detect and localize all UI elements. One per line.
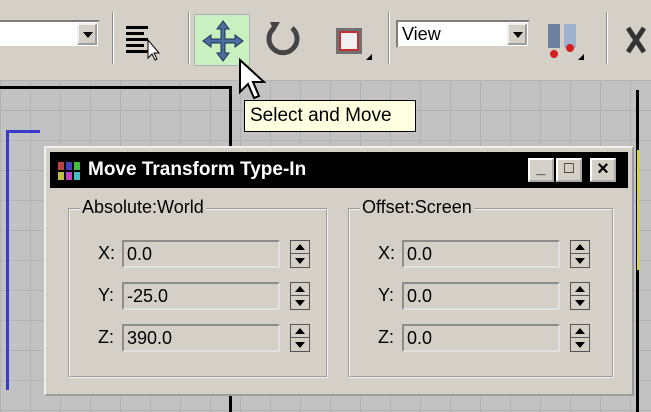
absolute-world-label: Absolute:World [80,197,206,218]
pivot-icon [548,24,584,60]
axis-label: Y: [98,285,115,305]
select-by-name-button[interactable] [120,14,164,66]
gizmo-yellow-line [637,150,651,270]
absolute-x-spinner[interactable] [290,240,310,268]
axis-label: X: [98,243,116,263]
app-icon [58,162,80,180]
absolute-world-group: Absolute:World X: 0.0 Y: -25.0 Z: 390.0 [68,197,328,378]
offset-y-input[interactable]: 0.0 [402,282,560,310]
pivot-center-button[interactable] [542,14,586,66]
tooltip: Select and Move [244,100,416,132]
absolute-y-spinner[interactable] [290,282,310,310]
axis-label: Y: [378,285,395,305]
selection-filter-dropdown[interactable] [0,20,100,48]
toolbar-separator [606,12,608,64]
axis-label: X: [378,243,396,263]
offset-y-spinner[interactable] [570,282,590,310]
main-toolbar: View [0,0,651,80]
axis-label: Z: [98,327,114,347]
toolbar-separator [112,12,114,64]
absolute-z-input[interactable]: 390.0 [122,324,280,352]
maximize-button[interactable]: □ [556,158,582,182]
offset-screen-label: Offset:Screen [360,197,474,218]
cursor-icon [239,58,266,100]
list-select-icon [126,26,161,61]
absolute-x-row: X: 0.0 [98,240,318,270]
viewport-axis-line-h [6,130,40,133]
dialog-titlebar[interactable]: Move Transform Type-In _ □ × [50,152,628,188]
offset-x-input[interactable]: 0.0 [402,240,560,268]
reference-coordinate-value: View [402,24,441,44]
offset-z-input[interactable]: 0.0 [402,324,560,352]
axis-label: Z: [378,327,394,347]
scale-icon [336,28,372,60]
select-and-rotate-button[interactable] [262,14,306,66]
mirror-icon [625,26,647,54]
select-and-scale-button[interactable] [330,14,374,66]
absolute-z-spinner[interactable] [290,324,310,352]
dialog-title: Move Transform Type-In [88,159,307,180]
reference-coordinate-dropdown[interactable]: View [396,20,530,48]
absolute-y-input[interactable]: -25.0 [122,282,280,310]
offset-y-row: Y: 0.0 [378,282,598,312]
absolute-x-input[interactable]: 0.0 [122,240,280,268]
absolute-y-row: Y: -25.0 [98,282,318,312]
toolbar-separator [188,12,190,64]
offset-z-spinner[interactable] [570,324,590,352]
offset-z-row: Z: 0.0 [378,324,598,354]
chevron-down-icon[interactable] [507,23,527,45]
offset-x-spinner[interactable] [570,240,590,268]
minimize-button[interactable]: _ [528,158,554,182]
toolbar-separator [388,12,390,64]
mirror-button[interactable] [622,14,651,66]
absolute-z-row: Z: 390.0 [98,324,318,354]
viewport-axis-line [6,130,9,390]
viewport-border-top [0,86,232,89]
rotate-icon [266,22,300,56]
close-button[interactable]: × [590,158,616,182]
move-transform-dialog: Move Transform Type-In _ □ × Absolute:Wo… [44,146,634,396]
offset-x-row: X: 0.0 [378,240,598,270]
offset-screen-group: Offset:Screen X: 0.0 Y: 0.0 Z: 0.0 [348,197,614,378]
chevron-down-icon[interactable] [77,23,97,45]
